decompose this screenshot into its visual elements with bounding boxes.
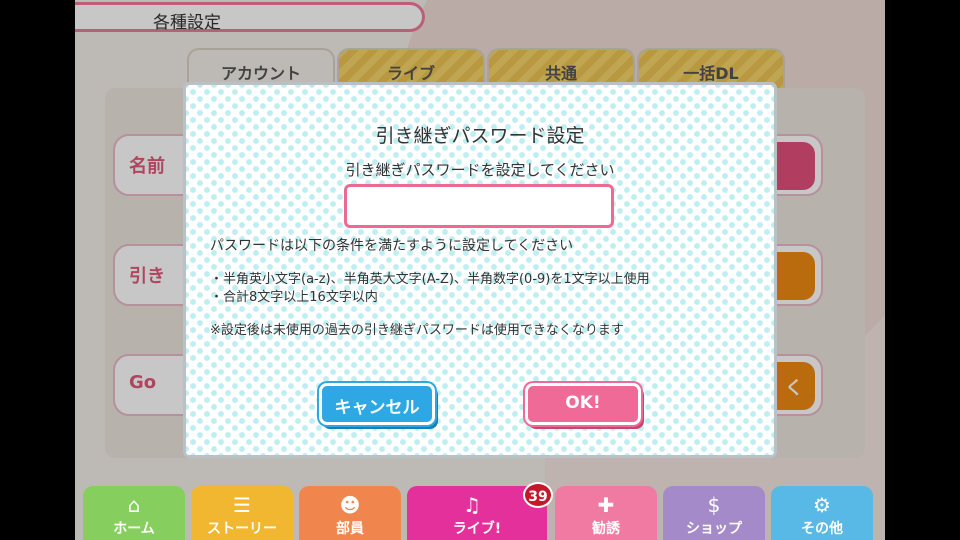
nav-label: その他 [801, 521, 843, 537]
nav-shop[interactable]: $ ショップ [663, 486, 765, 540]
letterbox-left [0, 0, 75, 540]
nav-other[interactable]: ⚙ その他 [771, 486, 873, 540]
conditions-intro: パスワードは以下の条件を満たすように設定してください [210, 238, 574, 254]
nav-label: ショップ [686, 521, 742, 537]
nav-label: ストーリー [207, 521, 277, 537]
nav-scout[interactable]: ✚ 勧誘 [555, 486, 657, 540]
story-icon: ☰ [233, 493, 251, 517]
members-icon: ☻ [339, 493, 361, 517]
dialog-subtitle: 引き継ぎパスワードを設定してください [345, 161, 615, 179]
nav-label: 部員 [336, 521, 364, 537]
other-icon: ⚙ [813, 493, 831, 517]
condition-item: ・半角英小文字(a-z)、半角英大文字(A-Z)、半角数字(0-9)を1文字以上… [210, 272, 650, 287]
ok-button[interactable]: OK! [525, 383, 641, 425]
password-input[interactable] [344, 184, 614, 228]
transfer-password-dialog: 引き継ぎパスワード設定 引き継ぎパスワードを設定してください パスワードは以下の… [183, 82, 777, 458]
game-area: 各種設定 アカウント ライブ 共通 一括DL 名前 引き Go く 引き継ぎパス… [75, 0, 885, 540]
screen: 各種設定 アカウント ライブ 共通 一括DL 名前 引き Go く 引き継ぎパス… [0, 0, 960, 540]
nav-label: ライブ! [452, 521, 502, 537]
dialog-title: 引き継ぎパスワード設定 [375, 125, 585, 147]
letterbox-right [885, 0, 960, 540]
home-icon: ⌂ [127, 493, 141, 517]
nav-home[interactable]: ⌂ ホーム [83, 486, 185, 540]
shop-icon: $ [707, 493, 721, 517]
nav-label: ホーム [113, 521, 155, 537]
dialog-note: ※設定後は未使用の過去の引き継ぎパスワードは使用できなくなります [210, 323, 624, 338]
bottom-nav: ⌂ ホーム ☰ ストーリー ☻ 部員 ♫ ライブ! ✚ 勧誘 $ ショップ ⚙ … [75, 486, 885, 540]
live-notification-badge: 39 [523, 482, 553, 508]
scout-icon: ✚ [597, 493, 615, 517]
cancel-button[interactable]: キャンセル [319, 383, 435, 425]
nav-label: 勧誘 [592, 521, 620, 537]
nav-story[interactable]: ☰ ストーリー [191, 486, 293, 540]
live-icon: ♫ [463, 493, 481, 517]
condition-item: ・合計8文字以上16文字以内 [210, 290, 378, 305]
nav-members[interactable]: ☻ 部員 [299, 486, 401, 540]
